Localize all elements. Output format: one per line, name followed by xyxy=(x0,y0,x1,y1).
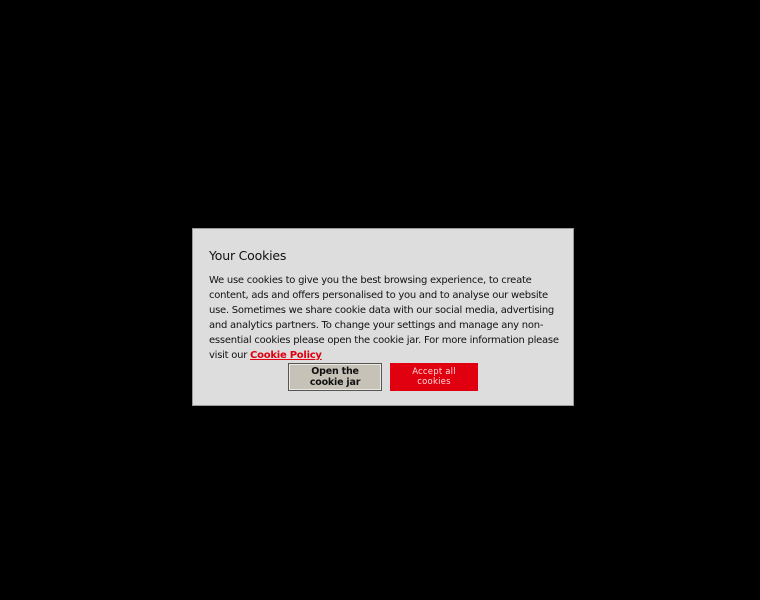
open-cookie-jar-button[interactable]: Open the cookie jar xyxy=(288,363,382,391)
dialog-actions: Open the cookie jar Accept all cookies xyxy=(193,363,573,391)
cookie-policy-link[interactable]: Cookie Policy xyxy=(250,350,322,361)
dialog-body-text: We use cookies to give you the best brow… xyxy=(209,275,559,361)
dialog-body: We use cookies to give you the best brow… xyxy=(209,273,559,363)
dialog-title: Your Cookies xyxy=(209,248,287,263)
accept-all-cookies-button[interactable]: Accept all cookies xyxy=(390,363,478,391)
cookie-consent-dialog: Your Cookies We use cookies to give you … xyxy=(192,228,574,406)
